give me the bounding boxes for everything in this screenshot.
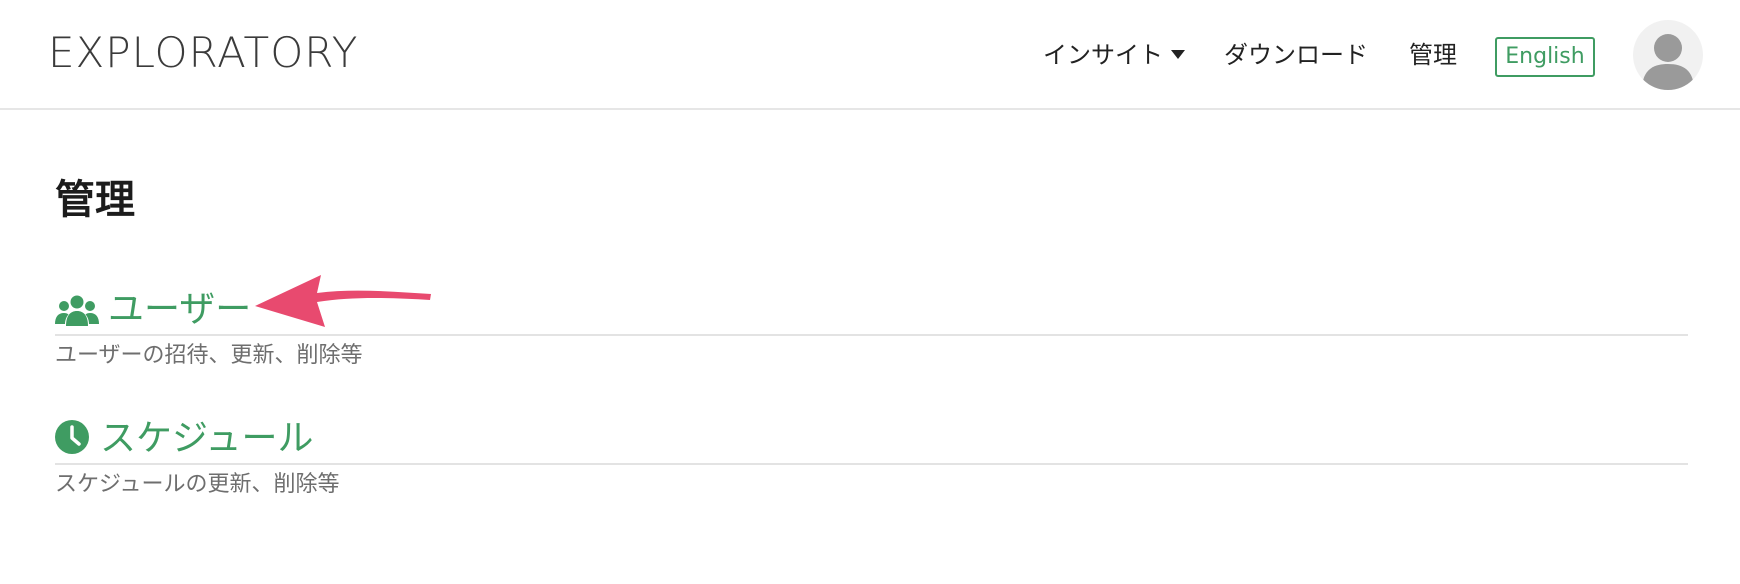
schedule-link[interactable]: スケジュール	[55, 413, 1688, 465]
nav-admin[interactable]: 管理	[1409, 38, 1457, 72]
clock-icon	[55, 420, 89, 454]
caret-down-icon	[1171, 49, 1185, 59]
annotation-arrow-icon	[255, 275, 431, 327]
users-icon	[55, 295, 99, 326]
avatar[interactable]	[1633, 20, 1703, 90]
schedule-description: スケジュールの更新、削除等	[55, 472, 340, 497]
nav-download[interactable]: ダウンロード	[1224, 38, 1368, 72]
users-description: ユーザーの招待、更新、削除等	[55, 343, 363, 368]
logo[interactable]: EXPLORATORY	[48, 28, 358, 78]
admin-section-schedule: スケジュール スケジュールの更新、削除等	[55, 413, 1688, 501]
language-button[interactable]: English	[1495, 37, 1595, 77]
users-label: ユーザー	[108, 289, 252, 330]
nav-insight-dropdown[interactable]: インサイト	[1043, 38, 1185, 72]
schedule-label: スケジュール	[100, 418, 314, 459]
nav-insight-label: インサイト	[1043, 41, 1163, 69]
top-header: EXPLORATORY インサイト ダウンロード 管理 English	[0, 0, 1740, 110]
user-silhouette-icon	[1642, 34, 1694, 90]
page-title: 管理	[55, 177, 135, 223]
